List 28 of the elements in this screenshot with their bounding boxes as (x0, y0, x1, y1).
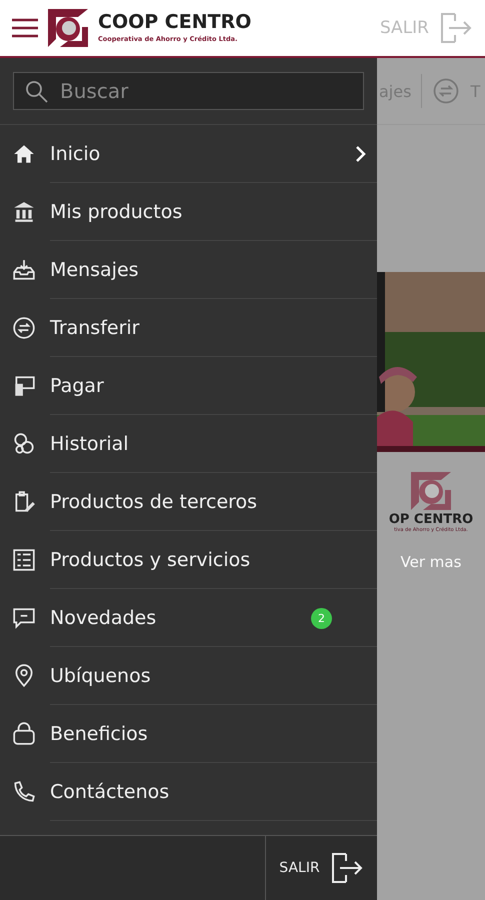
list-icon (12, 548, 36, 572)
search-field[interactable]: Buscar (13, 72, 364, 110)
logo-icon (46, 7, 90, 49)
menu-item[interactable]: Ubíquenos (0, 647, 377, 705)
menu-item[interactable]: Productos de terceros (0, 473, 377, 531)
search-icon (25, 80, 49, 104)
menu-item[interactable]: Novedades 2 (0, 589, 377, 647)
menu-item[interactable]: Mis productos (0, 183, 377, 241)
logout-icon (439, 11, 473, 45)
bank-icon (12, 200, 36, 224)
brand-name: OP CENTRO (388, 512, 474, 527)
menu-icon[interactable] (12, 18, 38, 38)
menu-item[interactable]: Pagar (0, 357, 377, 415)
menu-item[interactable]: Beneficios (0, 705, 377, 763)
count-badge: 2 (311, 608, 332, 628)
logo-icon (409, 470, 453, 512)
menu-item[interactable]: Contáctenos (0, 763, 377, 821)
menu-item[interactable]: Transferir (0, 299, 377, 357)
menu-item[interactable]: Inicio (0, 125, 377, 183)
phone-icon (12, 780, 36, 804)
menu-item[interactable]: Mensajes (0, 241, 377, 299)
chat-icon (12, 606, 36, 630)
menu-item[interactable]: Productos y servicios (0, 531, 377, 589)
inbox-icon (12, 258, 36, 282)
logout-icon (330, 851, 364, 885)
menu-item[interactable]: Historial (0, 415, 377, 473)
logo-title: COOP CENTRO (98, 13, 252, 32)
transfer-icon (12, 316, 36, 340)
